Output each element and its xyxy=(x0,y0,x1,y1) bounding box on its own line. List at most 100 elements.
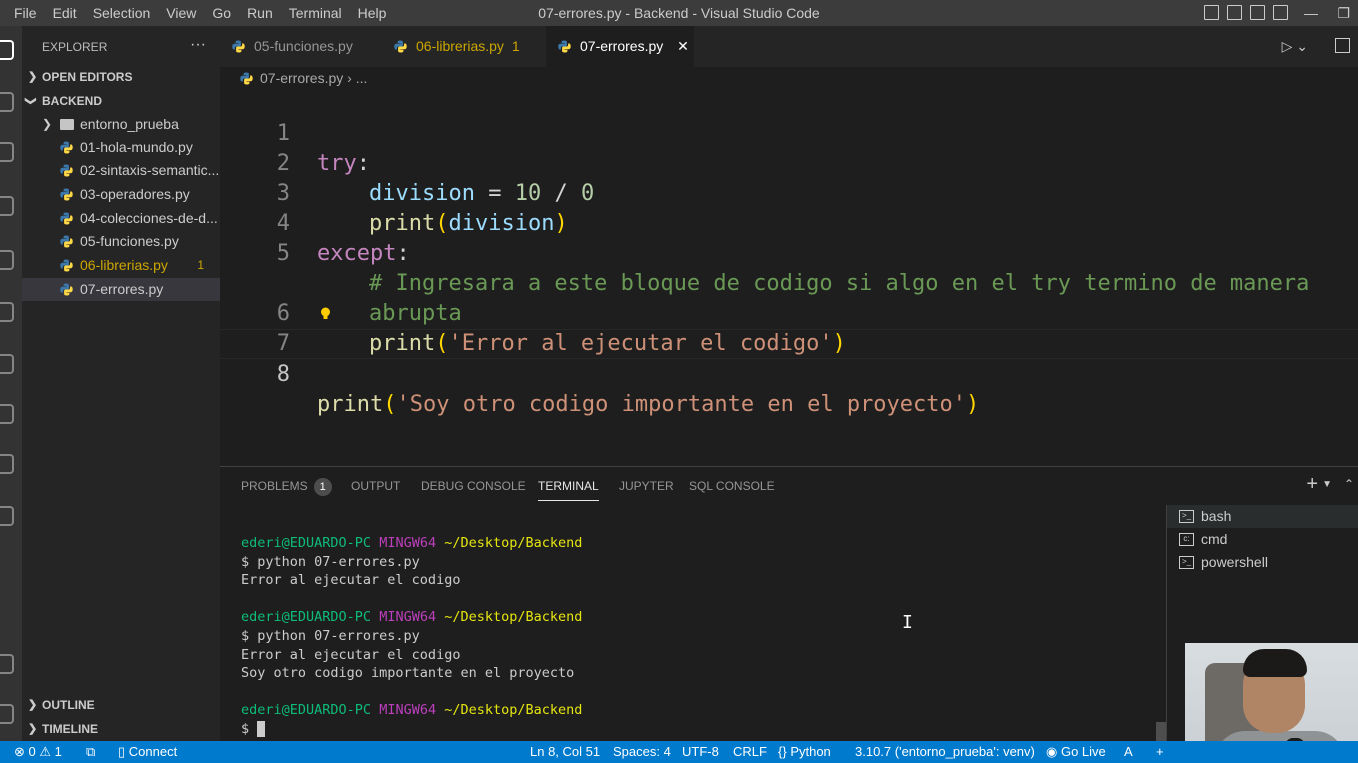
python-file-icon xyxy=(232,40,245,53)
end-of-line[interactable]: CRLF xyxy=(733,741,767,763)
account-icon[interactable] xyxy=(0,654,14,674)
toggle-sidebar-icon[interactable] xyxy=(1204,5,1219,20)
terminal-output[interactable]: ederi@EDUARDO-PC MINGW64 ~/Desktop/Backe… xyxy=(241,534,582,739)
go-live-button[interactable]: ◉ Go Live xyxy=(1046,741,1106,763)
explorer-icon[interactable] xyxy=(0,40,14,60)
encoding[interactable]: UTF-8 xyxy=(682,741,719,763)
menu-terminal[interactable]: Terminal xyxy=(281,0,350,26)
menu-selection[interactable]: Selection xyxy=(85,0,159,26)
toggle-secondary-sidebar-icon[interactable] xyxy=(1250,5,1265,20)
terminal-prompt-line: ederi@EDUARDO-PC MINGW64 ~/Desktop/Backe… xyxy=(241,608,582,627)
testing-icon[interactable] xyxy=(0,354,14,374)
lightbulb-icon[interactable] xyxy=(320,307,331,321)
terminal-cursor xyxy=(257,720,266,737)
error-icon: ⊗ xyxy=(14,744,25,759)
tab-jupyter[interactable]: JUPYTER xyxy=(619,467,674,505)
backend-folder-section[interactable]: ❯ BACKEND xyxy=(22,90,220,112)
connect-label: Connect xyxy=(128,744,178,759)
tab-label: 05-funciones.py xyxy=(254,38,353,54)
status-bar: ⊗ 0 ⚠ 1 ⧉ ▯ Connect Ln 8, Col 51 Spaces:… xyxy=(0,741,1358,763)
minimize-button[interactable]: — xyxy=(1304,0,1318,26)
terminal-shell: MINGW64 xyxy=(379,609,437,626)
menu-edit[interactable]: Edit xyxy=(45,0,85,26)
tab-06-librerias[interactable]: 06-librerias.py 1 xyxy=(382,26,544,67)
run-python-file-icon[interactable]: ▷ ⌄ xyxy=(1282,38,1308,55)
live-share-icon[interactable] xyxy=(0,506,14,526)
tab-05-funciones[interactable]: 05-funciones.py xyxy=(220,26,380,67)
open-editors-section[interactable]: ❯ OPEN EDITORS xyxy=(22,66,220,88)
outline-section[interactable]: ❯ OUTLINE xyxy=(22,694,220,716)
go-live-label: Go Live xyxy=(1060,744,1106,759)
tab-problems[interactable]: PROBLEMS 1 xyxy=(241,467,332,505)
status-extra[interactable]: + xyxy=(1156,741,1164,763)
settings-gear-icon[interactable] xyxy=(0,704,14,724)
code-editor[interactable]: 1 try: 2 division = 10 / 0 3 print(divis… xyxy=(220,89,1358,466)
cursor-position[interactable]: Ln 8, Col 51 xyxy=(530,741,600,763)
tab-07-errores[interactable]: 07-errores.py ✕ xyxy=(546,26,694,67)
breadcrumb-symbols[interactable]: ... xyxy=(356,70,368,86)
paren-open: ( xyxy=(383,392,397,417)
search-icon[interactable] xyxy=(0,92,14,112)
tree-file[interactable]: 03-operadores.py xyxy=(22,183,220,206)
tree-folder-entorno-prueba[interactable]: ❯ entorno_prueba xyxy=(22,113,220,136)
tab-terminal[interactable]: TERMINAL xyxy=(538,467,599,501)
open-editors-label: OPEN EDITORS xyxy=(42,70,133,84)
font-icon[interactable]: A xyxy=(1124,741,1133,763)
terminal-shell: MINGW64 xyxy=(379,535,437,551)
customize-layout-icon[interactable] xyxy=(1273,5,1288,20)
tree-file[interactable]: 06-librerias.py 1 xyxy=(22,254,220,277)
source-control-icon[interactable] xyxy=(0,142,14,162)
breadcrumb-file[interactable]: 07-errores.py xyxy=(260,70,343,86)
python-interpreter[interactable]: 3.10.7 ('entorno_prueba': venv) xyxy=(855,741,1035,763)
language-mode[interactable]: {} Python xyxy=(778,741,831,763)
menu-help[interactable]: Help xyxy=(350,0,395,26)
tree-file[interactable]: 05-funciones.py xyxy=(22,230,220,253)
shell-item-bash[interactable]: >_ bash xyxy=(1167,505,1358,528)
tab-output[interactable]: OUTPUT xyxy=(351,467,400,505)
new-terminal-button[interactable]: + xyxy=(1306,473,1318,496)
chevron-down-icon[interactable]: ▼ xyxy=(1322,479,1332,490)
shell-label: powershell xyxy=(1201,554,1268,570)
database-icon[interactable] xyxy=(0,404,14,424)
tab-problem-badge: 1 xyxy=(511,38,520,54)
menu-go[interactable]: Go xyxy=(204,0,239,26)
live-share-status-icon[interactable]: ⧉ xyxy=(86,741,95,763)
backend-folder-label: BACKEND xyxy=(42,94,102,108)
restore-button[interactable]: ❐ xyxy=(1337,0,1350,26)
terminal-scrollbar[interactable] xyxy=(1156,722,1166,742)
terminal-command-line: $ python 07-errores.py xyxy=(241,553,420,570)
terminal-input-line[interactable]: $ xyxy=(241,720,582,739)
problems-status[interactable]: ⊗ 0 ⚠ 1 xyxy=(14,741,62,763)
notebook-icon[interactable] xyxy=(0,454,14,474)
tree-file[interactable]: 01-hola-mundo.py xyxy=(22,136,220,159)
run-debug-icon[interactable] xyxy=(0,196,14,216)
tree-file[interactable]: 02-sintaxis-semantic... xyxy=(22,159,220,182)
tab-debug-console[interactable]: DEBUG CONSOLE xyxy=(421,467,526,505)
extensions-icon[interactable] xyxy=(0,250,14,270)
string-literal: 'Soy otro codigo importante en el proyec… xyxy=(396,392,967,417)
code-line-wrapped: abrupta xyxy=(220,239,1358,326)
timeline-section[interactable]: ❯ TIMELINE xyxy=(22,718,220,740)
braces-icon: {} xyxy=(778,744,787,759)
shell-item-cmd[interactable]: c: cmd xyxy=(1167,528,1358,551)
split-editor-icon[interactable] xyxy=(1335,38,1350,53)
connect-status[interactable]: ▯ Connect xyxy=(118,741,177,763)
remote-explorer-icon[interactable] xyxy=(0,302,14,322)
problem-count-badge: 1 xyxy=(197,258,204,272)
folder-icon xyxy=(60,119,74,130)
menu-view[interactable]: View xyxy=(158,0,204,26)
tree-file[interactable]: 04-colecciones-de-d... xyxy=(22,207,220,230)
tree-file-selected[interactable]: 07-errores.py xyxy=(22,278,220,301)
close-icon[interactable]: ✕ xyxy=(677,38,689,54)
shell-item-powershell[interactable]: >_ powershell xyxy=(1167,551,1358,574)
tab-sql-console[interactable]: SQL CONSOLE xyxy=(689,467,775,505)
title-bar: File Edit Selection View Go Run Terminal… xyxy=(0,0,1358,26)
menu-file[interactable]: File xyxy=(6,0,45,26)
indentation[interactable]: Spaces: 4 xyxy=(613,741,671,763)
python-file-icon xyxy=(60,212,73,225)
menu-run[interactable]: Run xyxy=(239,0,281,26)
toggle-panel-icon[interactable] xyxy=(1227,5,1242,20)
more-actions-icon[interactable]: ··· xyxy=(190,36,206,54)
maximize-panel-icon[interactable]: ⌃ xyxy=(1344,477,1354,491)
